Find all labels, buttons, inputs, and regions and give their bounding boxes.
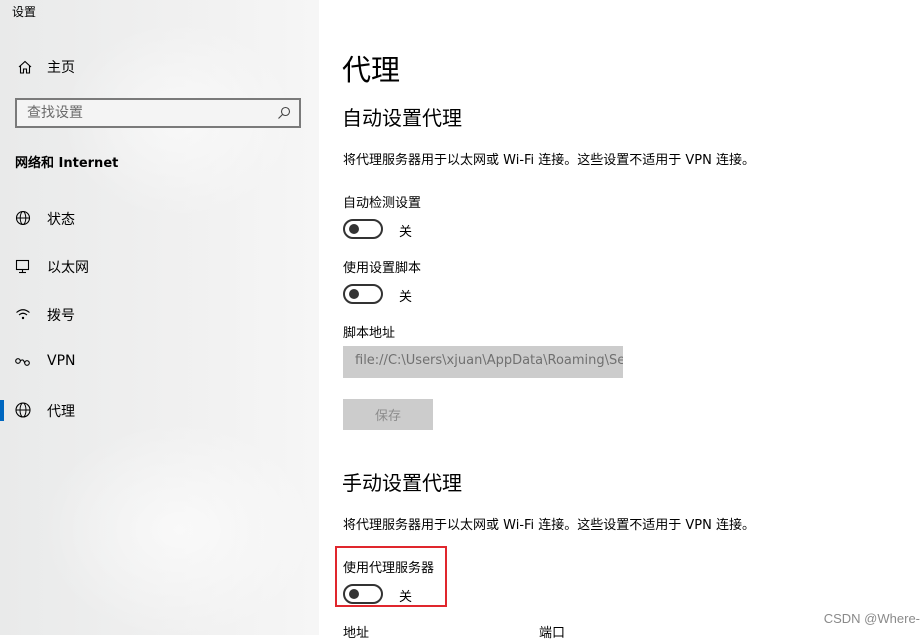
sidebar-item-dialup[interactable]: 拨号	[0, 296, 319, 332]
active-indicator	[0, 400, 4, 421]
use-proxy-label: 使用代理服务器	[343, 561, 435, 576]
sidebar-item-proxy[interactable]: 代理	[0, 392, 319, 428]
setup-script-toggle[interactable]	[343, 284, 383, 304]
page-title: 代理	[342, 53, 401, 87]
sidebar-item-label: VPN	[47, 353, 76, 369]
home-nav-item[interactable]: 主页	[0, 50, 319, 84]
setup-script-label: 使用设置脚本	[343, 261, 422, 276]
manual-proxy-title: 手动设置代理	[342, 471, 462, 495]
dialup-icon	[14, 305, 32, 323]
sidebar-item-label: 代理	[47, 404, 75, 420]
port-label: 端口	[539, 626, 566, 641]
script-address-field[interactable]: file://C:\Users\xjuan\AppData\Roaming\Se	[343, 346, 623, 378]
detect-settings-row: 关	[343, 219, 543, 241]
toggle-state-label: 关	[399, 590, 413, 605]
sidebar-item-label: 状态	[47, 212, 75, 228]
window-title: 设置	[12, 5, 37, 19]
watermark: CSDN @Where-	[823, 611, 920, 626]
vpn-icon	[14, 353, 32, 371]
section-label: 网络和 Internet	[15, 156, 119, 171]
search-box[interactable]	[15, 98, 301, 128]
globe-status-icon	[14, 209, 32, 227]
manual-proxy-description: 将代理服务器用于以太网或 Wi-Fi 连接。这些设置不适用于 VPN 连接。	[343, 518, 756, 533]
save-button[interactable]: 保存	[343, 399, 433, 430]
globe-icon	[14, 401, 32, 419]
home-icon	[16, 58, 34, 76]
use-proxy-toggle[interactable]	[343, 584, 383, 604]
script-address-label: 脚本地址	[343, 326, 396, 341]
sidebar-item-label: 以太网	[47, 260, 89, 276]
auto-proxy-title: 自动设置代理	[342, 106, 462, 130]
sidebar-item-ethernet[interactable]: 以太网	[0, 248, 319, 284]
auto-proxy-description: 将代理服务器用于以太网或 Wi-Fi 连接。这些设置不适用于 VPN 连接。	[343, 153, 756, 168]
search-icon[interactable]	[275, 104, 293, 122]
main-content: 代理 自动设置代理 将代理服务器用于以太网或 Wi-Fi 连接。这些设置不适用于…	[319, 0, 924, 641]
search-input[interactable]	[17, 100, 277, 126]
use-proxy-row: 关	[343, 584, 543, 606]
sidebar-item-vpn[interactable]: VPN	[0, 344, 319, 380]
toggle-state-label: 关	[399, 290, 413, 305]
toggle-state-label: 关	[399, 225, 413, 240]
home-label: 主页	[47, 60, 75, 76]
setup-script-row: 关	[343, 284, 543, 306]
sidebar-item-label: 拨号	[47, 308, 75, 324]
detect-settings-toggle[interactable]	[343, 219, 383, 239]
address-label: 地址	[343, 626, 370, 641]
sidebar-item-status[interactable]: 状态	[0, 200, 319, 236]
detect-settings-label: 自动检测设置	[343, 196, 422, 211]
sidebar: 设置 主页 网络和 Internet 状态	[0, 0, 319, 635]
ethernet-icon	[14, 257, 32, 275]
